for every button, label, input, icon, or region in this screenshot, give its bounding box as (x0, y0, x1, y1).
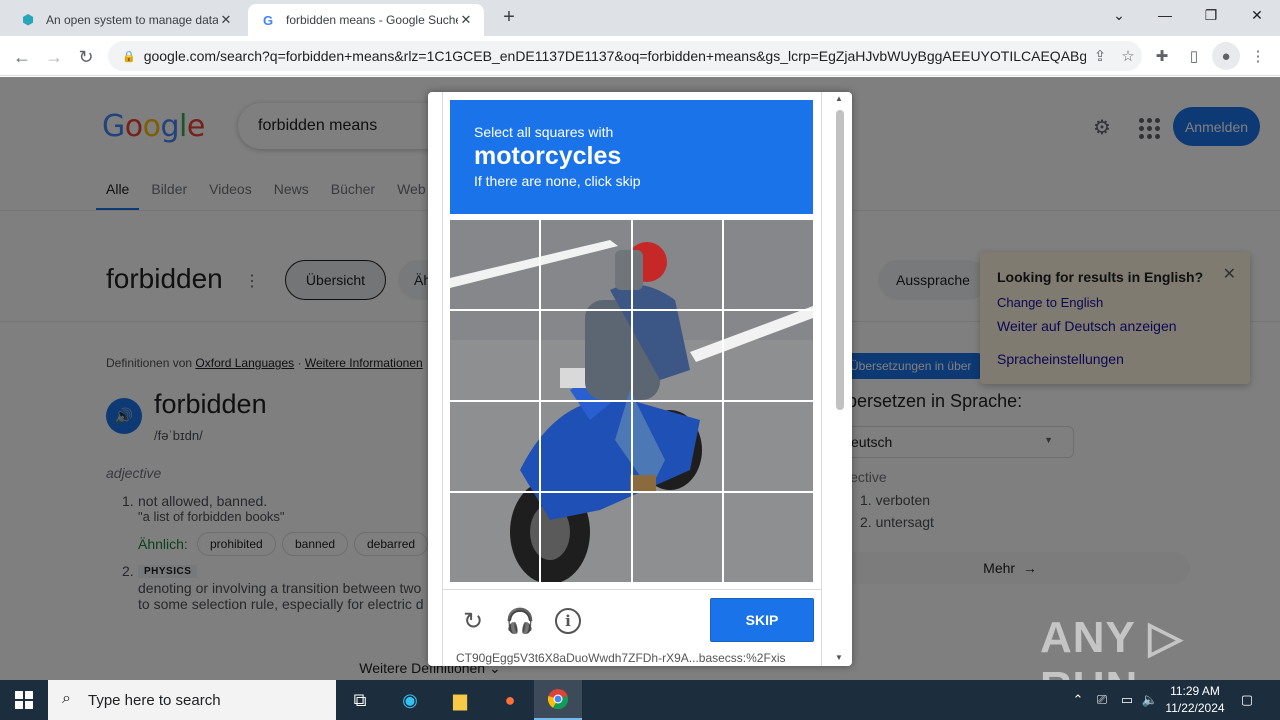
tile-image (723, 311, 813, 400)
cube-icon: ⬢ (22, 12, 34, 27)
instruction-hint: If there are none, click skip (474, 173, 641, 189)
lock-icon: 🔒 (122, 50, 136, 63)
captcha-tile[interactable] (632, 493, 722, 582)
extensions-icon[interactable]: ✚ (1148, 42, 1176, 70)
tile-image (723, 220, 813, 309)
close-tab-icon[interactable]: ✕ (458, 12, 474, 28)
tab-title: forbidden means - Google Suche (286, 13, 458, 27)
tile-image (541, 493, 631, 582)
close-window-button[interactable]: ✕ (1234, 0, 1280, 30)
captcha-tile[interactable] (450, 402, 540, 491)
captcha-image-grid (450, 220, 813, 582)
scroll-down-icon[interactable]: ▼ (835, 653, 843, 662)
captcha-instructions: Select all squares with motorcycles If t… (450, 100, 813, 214)
tile-image (632, 220, 722, 309)
captcha-tile[interactable] (723, 402, 813, 491)
close-tab-icon[interactable]: ✕ (218, 12, 234, 28)
windows-logo-icon (15, 691, 33, 709)
search-icon: ⌕ (62, 690, 71, 707)
captcha-tile[interactable] (632, 402, 722, 491)
target-object: motorcycles (474, 142, 622, 170)
captcha-tile[interactable] (723, 493, 813, 582)
file-explorer-icon[interactable]: ▆ (436, 680, 484, 720)
google-icon: G (262, 12, 274, 28)
tab-open-system[interactable]: ⬢ An open system to manage data ✕ (8, 4, 244, 36)
taskbar: ⌕ Type here to search ⧉ ◉ ▆ ● ⌃ ⎚ ▭ 🔈 11… (0, 680, 1280, 720)
tile-image (632, 402, 722, 491)
tab-google-search[interactable]: G forbidden means - Google Suche ✕ (248, 4, 484, 36)
divider (442, 589, 822, 590)
reload-button[interactable]: ↻ (72, 43, 100, 71)
captcha-tile[interactable] (632, 311, 722, 400)
taskbar-search-placeholder: Type here to search (88, 691, 221, 709)
tile-image (723, 493, 813, 582)
captcha-dialog: Select all squares with motorcycles If t… (428, 92, 852, 666)
instruction-text: Select all squares with (474, 124, 614, 140)
tile-image (450, 220, 540, 309)
side-panel-icon[interactable]: ▯ (1180, 42, 1208, 70)
tile-image (632, 493, 722, 582)
captcha-scrollbar[interactable]: ▲ ▼ (835, 94, 845, 662)
device-icon[interactable]: ⎚ (1092, 680, 1112, 720)
scroll-thumb[interactable] (836, 110, 844, 410)
scroll-up-icon[interactable]: ▲ (835, 94, 843, 103)
bookmark-star-icon[interactable]: ☆ (1114, 42, 1142, 70)
headphones-icon[interactable]: 🎧 (505, 606, 535, 636)
task-view-icon[interactable]: ⧉ (336, 680, 384, 720)
chrome-taskbar-icon[interactable] (534, 680, 582, 720)
firefox-icon[interactable]: ● (486, 680, 534, 720)
captcha-tile[interactable] (450, 311, 540, 400)
tile-image (541, 220, 631, 309)
network-icon[interactable]: ▭ (1116, 680, 1138, 720)
profile-avatar[interactable]: ● (1212, 42, 1240, 70)
new-tab-button[interactable]: + (498, 6, 520, 28)
edge-icon[interactable]: ◉ (386, 680, 434, 720)
browser-toolbar: ← → ↻ 🔒 google.com/search?q=forbidden+me… (0, 36, 1280, 76)
windows-start-button[interactable] (0, 680, 48, 720)
captcha-tile[interactable] (723, 220, 813, 309)
system-clock[interactable]: 11:29 AM 11/22/2024 (1158, 683, 1232, 717)
captcha-tile[interactable] (541, 493, 631, 582)
forward-button[interactable]: → (40, 43, 68, 71)
volume-icon[interactable]: 🔈 (1140, 680, 1160, 720)
address-bar[interactable]: 🔒 google.com/search?q=forbidden+means&rl… (108, 41, 1142, 71)
share-icon[interactable]: ⇪ (1086, 42, 1114, 70)
clock-time: 11:29 AM (1170, 684, 1220, 698)
url-text: google.com/search?q=forbidden+means&rlz=… (143, 48, 1086, 64)
back-button[interactable]: ← (8, 43, 36, 71)
taskbar-search-input[interactable]: ⌕ Type here to search (48, 680, 336, 720)
captcha-tile[interactable] (541, 220, 631, 309)
tile-image (632, 311, 722, 400)
minimize-button[interactable]: — (1142, 0, 1188, 30)
menu-kebab-icon[interactable]: ⋮ (1244, 42, 1272, 70)
restore-button[interactable]: ❐ (1188, 0, 1234, 30)
tile-image (541, 311, 631, 400)
captcha-tile[interactable] (632, 220, 722, 309)
captcha-tile[interactable] (541, 311, 631, 400)
captcha-tile[interactable] (450, 493, 540, 582)
captcha-tile[interactable] (541, 402, 631, 491)
tile-image (450, 402, 540, 491)
tile-image (723, 402, 813, 491)
tab-strip: ⬢ An open system to manage data ✕ G forb… (0, 0, 1280, 36)
tab-search-icon[interactable]: ⌄ (1096, 0, 1142, 30)
reload-challenge-icon[interactable]: ↻ (458, 606, 488, 636)
tab-title: An open system to manage data (46, 13, 218, 27)
captcha-token-text: CT90gEgg5V3t6X8aDuoWwdh7ZFDh-rX9A...base… (456, 651, 786, 665)
skip-button[interactable]: SKIP (710, 598, 814, 642)
clock-date: 11/22/2024 (1165, 701, 1225, 715)
captcha-tile[interactable] (450, 220, 540, 309)
tile-image (450, 311, 540, 400)
tile-image (541, 402, 631, 491)
tile-image (450, 493, 540, 582)
info-icon[interactable]: i (555, 608, 581, 634)
notifications-icon[interactable]: ▢ (1236, 680, 1258, 720)
chrome-icon (547, 689, 569, 710)
chevron-up-icon[interactable]: ⌃ (1068, 680, 1088, 720)
captcha-tile[interactable] (723, 311, 813, 400)
